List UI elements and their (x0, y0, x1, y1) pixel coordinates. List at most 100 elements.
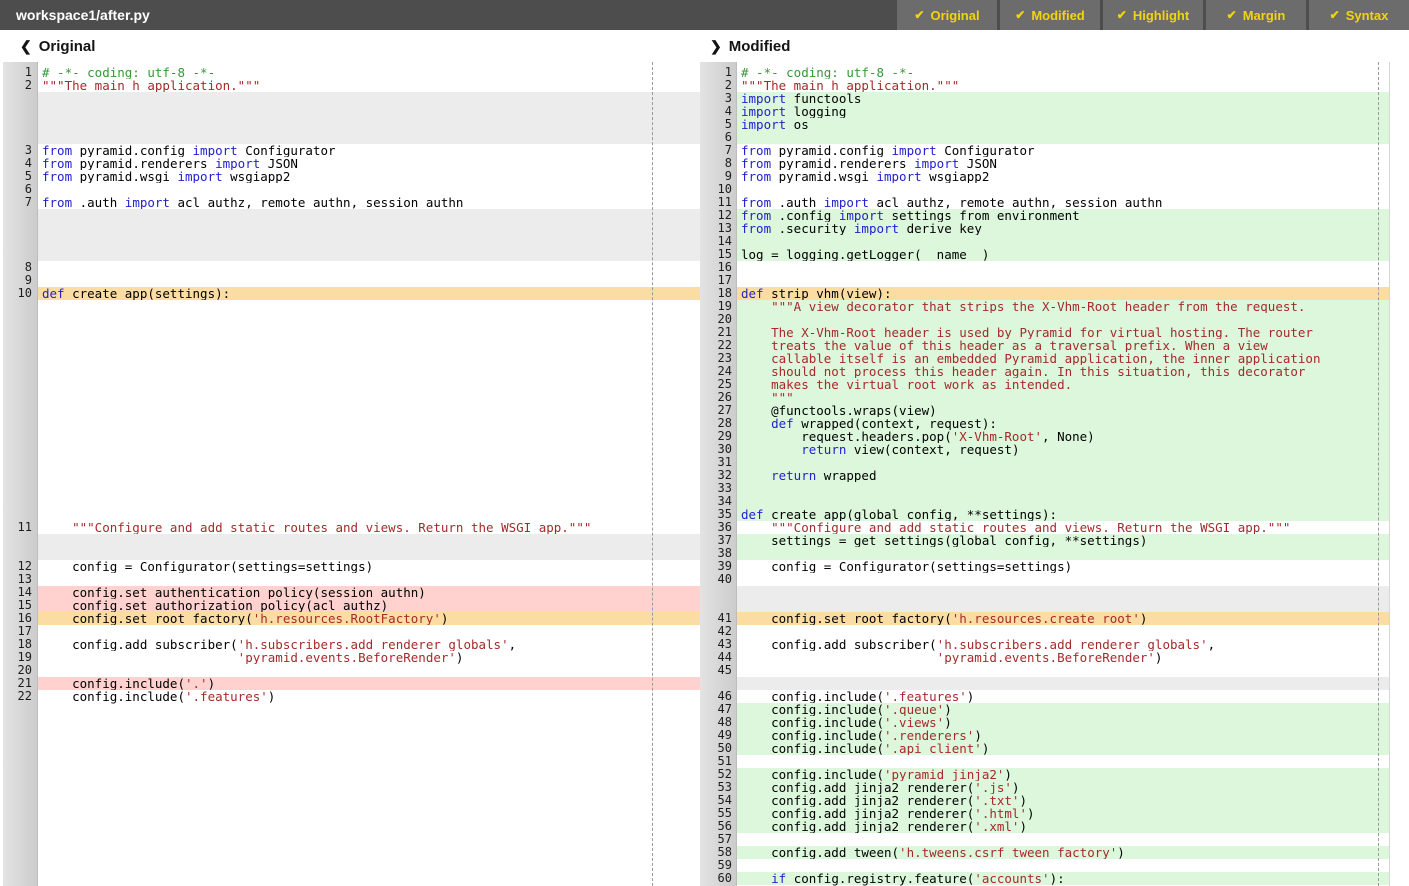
code-line: 50 config.include('.api_client') (700, 742, 1389, 755)
code-line (0, 495, 700, 508)
code-line: 2"""The main h application.""" (0, 79, 700, 92)
toggle-original-button[interactable]: ✔ Original (897, 0, 997, 30)
code-line: 16 config.set_root_factory('h.resources.… (0, 612, 700, 625)
line-number: 11 (0, 521, 38, 534)
code-line: 41 config.set_root_factory('h.resources.… (700, 612, 1389, 625)
chevron-right-icon[interactable]: ❯ (710, 38, 722, 54)
code-text (38, 482, 700, 495)
line-number: 3 (0, 144, 38, 157)
line-number (0, 430, 38, 443)
toggle-modified-label: Modified (1031, 8, 1084, 23)
code-line (0, 92, 700, 105)
code-line (0, 209, 700, 222)
code-line: 45 (700, 664, 1389, 677)
code-text: if config.registry.feature('accounts'): (737, 872, 1389, 885)
line-number (0, 352, 38, 365)
line-number (0, 326, 38, 339)
code-text: settings = get_settings(global_config, *… (737, 534, 1389, 547)
code-text (38, 365, 700, 378)
pane-headers: ❮ Original ❯ Modified (0, 30, 1409, 62)
toggle-margin-label: Margin (1243, 8, 1286, 23)
modified-code-pane[interactable]: 1# -*- coding: utf-8 -*-2"""The main h a… (700, 62, 1390, 886)
code-line (0, 326, 700, 339)
code-line: 8 (0, 261, 700, 274)
code-text (38, 209, 700, 222)
line-number (0, 534, 38, 547)
code-text (38, 222, 700, 235)
check-icon: ✔ (1015, 8, 1025, 22)
toggle-syntax-button[interactable]: ✔ Syntax (1309, 0, 1409, 30)
code-line: 5import os (700, 118, 1389, 131)
modified-code-rows: 1# -*- coding: utf-8 -*-2"""The main h a… (700, 62, 1389, 885)
code-line (0, 378, 700, 391)
code-text (38, 534, 700, 547)
code-text (38, 391, 700, 404)
code-text: 'pyramid.events.BeforeRender') (38, 651, 700, 664)
code-text: config.set_root_factory('h.resources.Roo… (38, 612, 700, 625)
line-number: 22 (0, 690, 38, 703)
line-number (0, 118, 38, 131)
line-number: 1 (0, 66, 38, 79)
code-text (737, 586, 1389, 599)
code-line: 30 return view(context, request) (700, 443, 1389, 456)
code-text: return wrapped (737, 469, 1389, 482)
line-number (0, 417, 38, 430)
code-line (0, 313, 700, 326)
code-text: config.add_jinja2_renderer('.xml') (737, 820, 1389, 833)
code-text (38, 404, 700, 417)
code-line (0, 469, 700, 482)
code-text: """A view decorator that strips the X-Vh… (737, 300, 1389, 313)
code-text: config.include('.features') (38, 690, 700, 703)
toggle-highlight-button[interactable]: ✔ Highlight (1103, 0, 1203, 30)
code-text (38, 456, 700, 469)
code-text: import os (737, 118, 1389, 131)
code-line: 19 """A view decorator that strips the X… (700, 300, 1389, 313)
code-line (700, 586, 1389, 599)
toggle-margin-button[interactable]: ✔ Margin (1206, 0, 1306, 30)
code-line: 56 config.add_jinja2_renderer('.xml') (700, 820, 1389, 833)
line-number (0, 222, 38, 235)
code-text: config = Configurator(settings=settings) (38, 560, 700, 573)
code-line: 25 makes the virtual root work as intend… (700, 378, 1389, 391)
diff-view: 1# -*- coding: utf-8 -*-2"""The main h a… (0, 62, 1409, 886)
code-line (0, 235, 700, 248)
code-line: 33 (700, 482, 1389, 495)
code-line: 32 return wrapped (700, 469, 1389, 482)
modified-pane-title: Modified (729, 38, 791, 55)
original-pane-title: Original (39, 38, 96, 55)
code-text: from .auth import acl_authz, remote_auth… (38, 196, 700, 209)
code-text (38, 495, 700, 508)
code-text: def create_app(settings): (38, 287, 700, 300)
line-number: 60 (700, 872, 737, 885)
code-text (38, 261, 700, 274)
toggle-syntax-label: Syntax (1346, 8, 1389, 23)
right-margin-spacer (1390, 62, 1409, 886)
line-number: 10 (0, 287, 38, 300)
line-number (0, 235, 38, 248)
toggle-original-label: Original (930, 8, 979, 23)
code-text: config.set_root_factory('h.resources.cre… (737, 612, 1389, 625)
code-line: 9from pyramid.wsgi import wsgiapp2 (700, 170, 1389, 183)
code-line: 58 config.add_tween('h.tweens.csrf_tween… (700, 846, 1389, 859)
code-text (737, 482, 1389, 495)
code-text (38, 417, 700, 430)
code-line: 44 'pyramid.events.BeforeRender') (700, 651, 1389, 664)
toggle-modified-button[interactable]: ✔ Modified (1000, 0, 1100, 30)
line-number (0, 209, 38, 222)
chevron-left-icon[interactable]: ❮ (20, 38, 32, 54)
toggle-highlight-label: Highlight (1133, 8, 1189, 23)
code-line (0, 248, 700, 261)
line-number (0, 404, 38, 417)
code-text (737, 261, 1389, 274)
original-code-pane[interactable]: 1# -*- coding: utf-8 -*-2"""The main h a… (0, 62, 700, 886)
code-line: 22 config.include('.features') (0, 690, 700, 703)
original-code-rows: 1# -*- coding: utf-8 -*-2"""The main h a… (0, 62, 700, 703)
code-line (0, 118, 700, 131)
code-line (0, 482, 700, 495)
line-number (0, 339, 38, 352)
line-number: 4 (0, 157, 38, 170)
line-number (0, 495, 38, 508)
code-line: 15log = logging.getLogger(__name__) (700, 248, 1389, 261)
code-line (0, 456, 700, 469)
code-line: 11 """Configure and add static routes an… (0, 521, 700, 534)
